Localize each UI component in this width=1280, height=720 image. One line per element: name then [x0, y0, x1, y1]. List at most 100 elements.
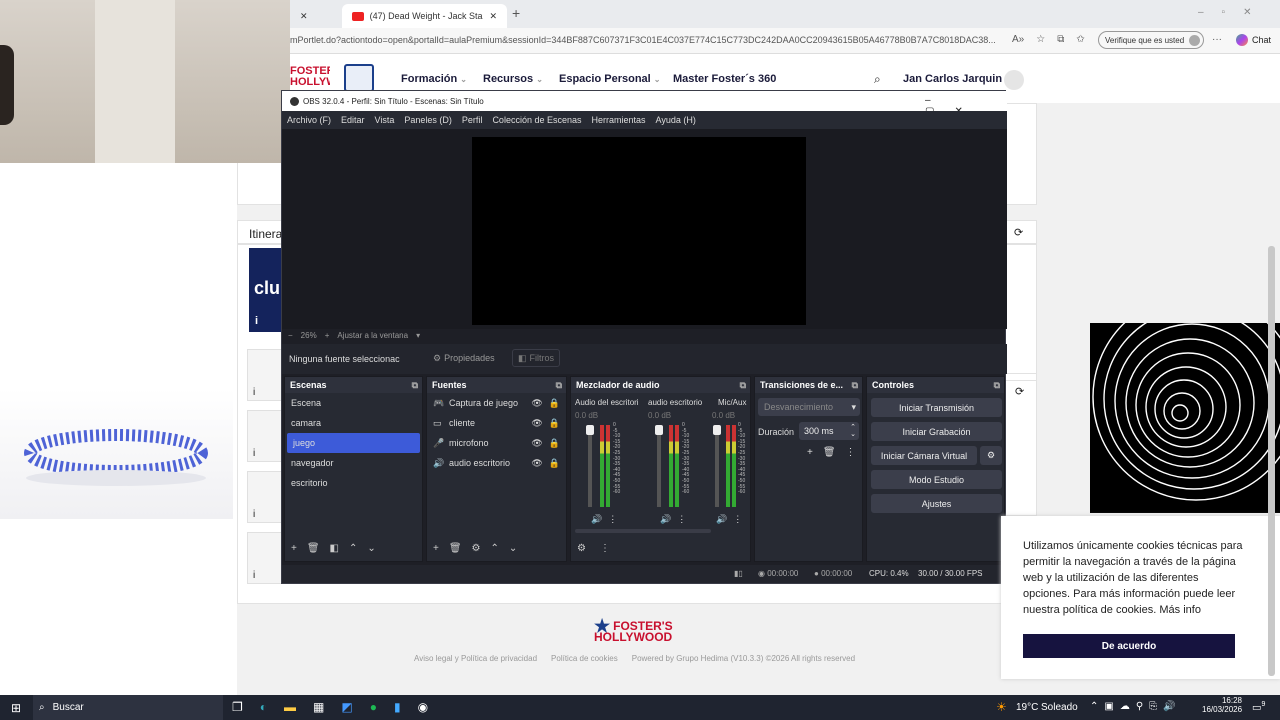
- properties-button[interactable]: ⚙ Propiedades: [428, 349, 500, 367]
- legal-link[interactable]: Aviso legal y Política de privacidad: [414, 654, 537, 663]
- info-icon[interactable]: i: [253, 448, 255, 459]
- weather-temp[interactable]: 19°C: [1016, 702, 1038, 713]
- volume-slider[interactable]: [586, 425, 594, 507]
- zoom-out-icon[interactable]: −: [288, 331, 293, 340]
- lock-icon[interactable]: 🔒: [549, 438, 560, 449]
- menu-perfil[interactable]: Perfil: [462, 115, 483, 125]
- virtual-camera-settings-button[interactable]: ⚙: [980, 446, 1002, 465]
- edge-icon[interactable]: ◐: [260, 700, 267, 714]
- avatar[interactable]: [1004, 70, 1024, 90]
- system-tray-icons[interactable]: ⌃▣☁⚲⎘🔊: [1090, 701, 1182, 712]
- start-recording-button[interactable]: Iniciar Grabación: [871, 422, 1002, 441]
- arrow-down-icon[interactable]: ⌄: [367, 543, 375, 554]
- nav-master-360[interactable]: Master Foster´s 360: [673, 73, 776, 85]
- weather-text[interactable]: Soleado: [1041, 702, 1078, 713]
- chevron-down-icon[interactable]: ▾: [416, 331, 420, 340]
- search-icon[interactable]: ⌕: [874, 72, 881, 87]
- speaker-icon[interactable]: 🔊: [660, 514, 671, 525]
- obs-preview-canvas[interactable]: [472, 137, 806, 325]
- scene-item-selected[interactable]: juego: [287, 433, 420, 453]
- trash-icon[interactable]: 🗑: [449, 543, 462, 554]
- filters-button[interactable]: ◧ Filtros: [512, 349, 561, 367]
- speaker-icon[interactable]: 🔊: [591, 514, 602, 525]
- spotify-icon[interactable]: ●: [370, 700, 377, 714]
- scene-item[interactable]: camara: [285, 413, 422, 433]
- close-icon[interactable]: ✕: [300, 11, 308, 22]
- fit-window-button[interactable]: Ajustar a la ventana: [337, 331, 408, 340]
- browser-tab-previous[interactable]: ✕: [290, 4, 338, 28]
- eye-icon[interactable]: 👁: [531, 418, 542, 429]
- notification-icon[interactable]: ▭9: [1252, 701, 1265, 713]
- undock-icon[interactable]: ⧉: [994, 380, 1000, 391]
- menu-herramientas[interactable]: Herramientas: [592, 115, 646, 125]
- arrow-up-icon[interactable]: ⌃: [491, 543, 499, 554]
- kebab-menu-icon[interactable]: ⋮: [733, 514, 742, 525]
- source-item[interactable]: 🎮 Captura de juego 👁 🔒: [427, 393, 566, 413]
- source-item[interactable]: ▭ cliente 👁 🔒: [427, 413, 566, 433]
- outlook-icon[interactable]: ◩: [341, 700, 352, 714]
- more-info-link[interactable]: Más info: [1159, 604, 1201, 616]
- nav-formacion[interactable]: Formación ⌄: [401, 73, 467, 85]
- filter-icon[interactable]: ◧: [330, 543, 339, 554]
- stepper-icon[interactable]: ⌃ ⌄: [850, 424, 856, 438]
- menu-vista[interactable]: Vista: [375, 115, 395, 125]
- gear-icon[interactable]: ⚙: [472, 543, 481, 554]
- studio-mode-button[interactable]: Modo Estudio: [871, 470, 1002, 489]
- copilot-chat-button[interactable]: Chat: [1236, 34, 1271, 46]
- lock-icon[interactable]: 🔒: [549, 398, 560, 409]
- undock-icon[interactable]: ⧉: [740, 380, 746, 391]
- extensions-icon[interactable]: ⧉: [1057, 34, 1064, 45]
- volume-slider[interactable]: [713, 425, 721, 507]
- horizontal-scrollbar[interactable]: [575, 529, 711, 533]
- eye-icon[interactable]: 👁: [531, 458, 542, 469]
- arrow-up-icon[interactable]: ⌃: [349, 543, 357, 554]
- menu-paneles[interactable]: Paneles (D): [404, 115, 452, 125]
- window-controls[interactable]: –▫✕: [1198, 7, 1270, 18]
- info-icon[interactable]: i: [253, 509, 255, 520]
- trash-icon[interactable]: 🗑: [307, 543, 320, 554]
- advanced-audio-icon[interactable]: ⚙: [577, 543, 586, 554]
- clock[interactable]: 16:28 16/03/2026: [1202, 696, 1242, 714]
- kebab-menu-icon[interactable]: ⋮: [608, 514, 617, 525]
- nav-recursos[interactable]: Recursos ⌄: [483, 73, 543, 85]
- browser-tab-youtube[interactable]: (47) Dead Weight - Jack Stauber - ✕: [342, 4, 507, 28]
- settings-button[interactable]: Ajustes: [871, 494, 1002, 513]
- taskbar-search[interactable]: ⌕ Buscar: [33, 695, 223, 720]
- volume-slider[interactable]: [655, 425, 663, 507]
- eye-icon[interactable]: 👁: [531, 438, 542, 449]
- site-logo[interactable]: FOSTER'S HOLLYWOOD: [290, 66, 330, 92]
- undock-icon[interactable]: ⧉: [412, 380, 418, 391]
- file-explorer-icon[interactable]: ▬: [284, 700, 296, 714]
- start-virtual-camera-button[interactable]: Iniciar Cámara Virtual: [871, 446, 977, 465]
- kebab-menu-icon[interactable]: ⋮: [677, 514, 686, 525]
- undock-icon[interactable]: ⧉: [556, 380, 562, 391]
- read-aloud-icon[interactable]: A»: [1012, 34, 1024, 45]
- obs-icon[interactable]: ◉: [418, 700, 428, 714]
- footer-logo[interactable]: ★ FOSTER'S HOLLYWOOD: [594, 617, 684, 643]
- user-name[interactable]: Jan Carlos Jarquin: [903, 73, 1002, 85]
- scene-item[interactable]: escritorio: [285, 473, 422, 493]
- pinned-app-icon[interactable]: ▮: [394, 700, 401, 714]
- info-icon[interactable]: i: [255, 315, 258, 327]
- kebab-menu-icon[interactable]: ⋮: [600, 543, 610, 554]
- new-tab-icon[interactable]: +: [512, 5, 520, 21]
- add-icon[interactable]: +: [433, 543, 439, 554]
- close-icon[interactable]: ✕: [489, 11, 497, 22]
- accept-cookies-button[interactable]: De acuerdo: [1023, 634, 1235, 658]
- refresh-icon[interactable]: ⟳: [1015, 385, 1024, 398]
- page-scrollbar[interactable]: [1268, 246, 1275, 676]
- menu-archivo[interactable]: Archivo (F): [287, 115, 331, 125]
- speaker-icon[interactable]: 🔊: [716, 514, 727, 525]
- windows-start-icon[interactable]: ⊞: [11, 701, 21, 715]
- scene-item[interactable]: Escena: [285, 393, 422, 413]
- transition-select[interactable]: Desvanecimiento ▾: [758, 398, 860, 416]
- menu-coleccion-escenas[interactable]: Colección de Escenas: [492, 115, 581, 125]
- store-icon[interactable]: ▦: [313, 700, 324, 714]
- verify-button[interactable]: Verifique que es usted: [1098, 31, 1204, 49]
- menu-ayuda[interactable]: Ayuda (H): [656, 115, 696, 125]
- source-item[interactable]: 🔊 audio escritorio 👁 🔒: [427, 453, 566, 473]
- menu-editar[interactable]: Editar: [341, 115, 365, 125]
- info-icon[interactable]: i: [253, 387, 255, 398]
- lock-icon[interactable]: 🔒: [549, 418, 560, 429]
- undock-icon[interactable]: ⧉: [852, 380, 858, 391]
